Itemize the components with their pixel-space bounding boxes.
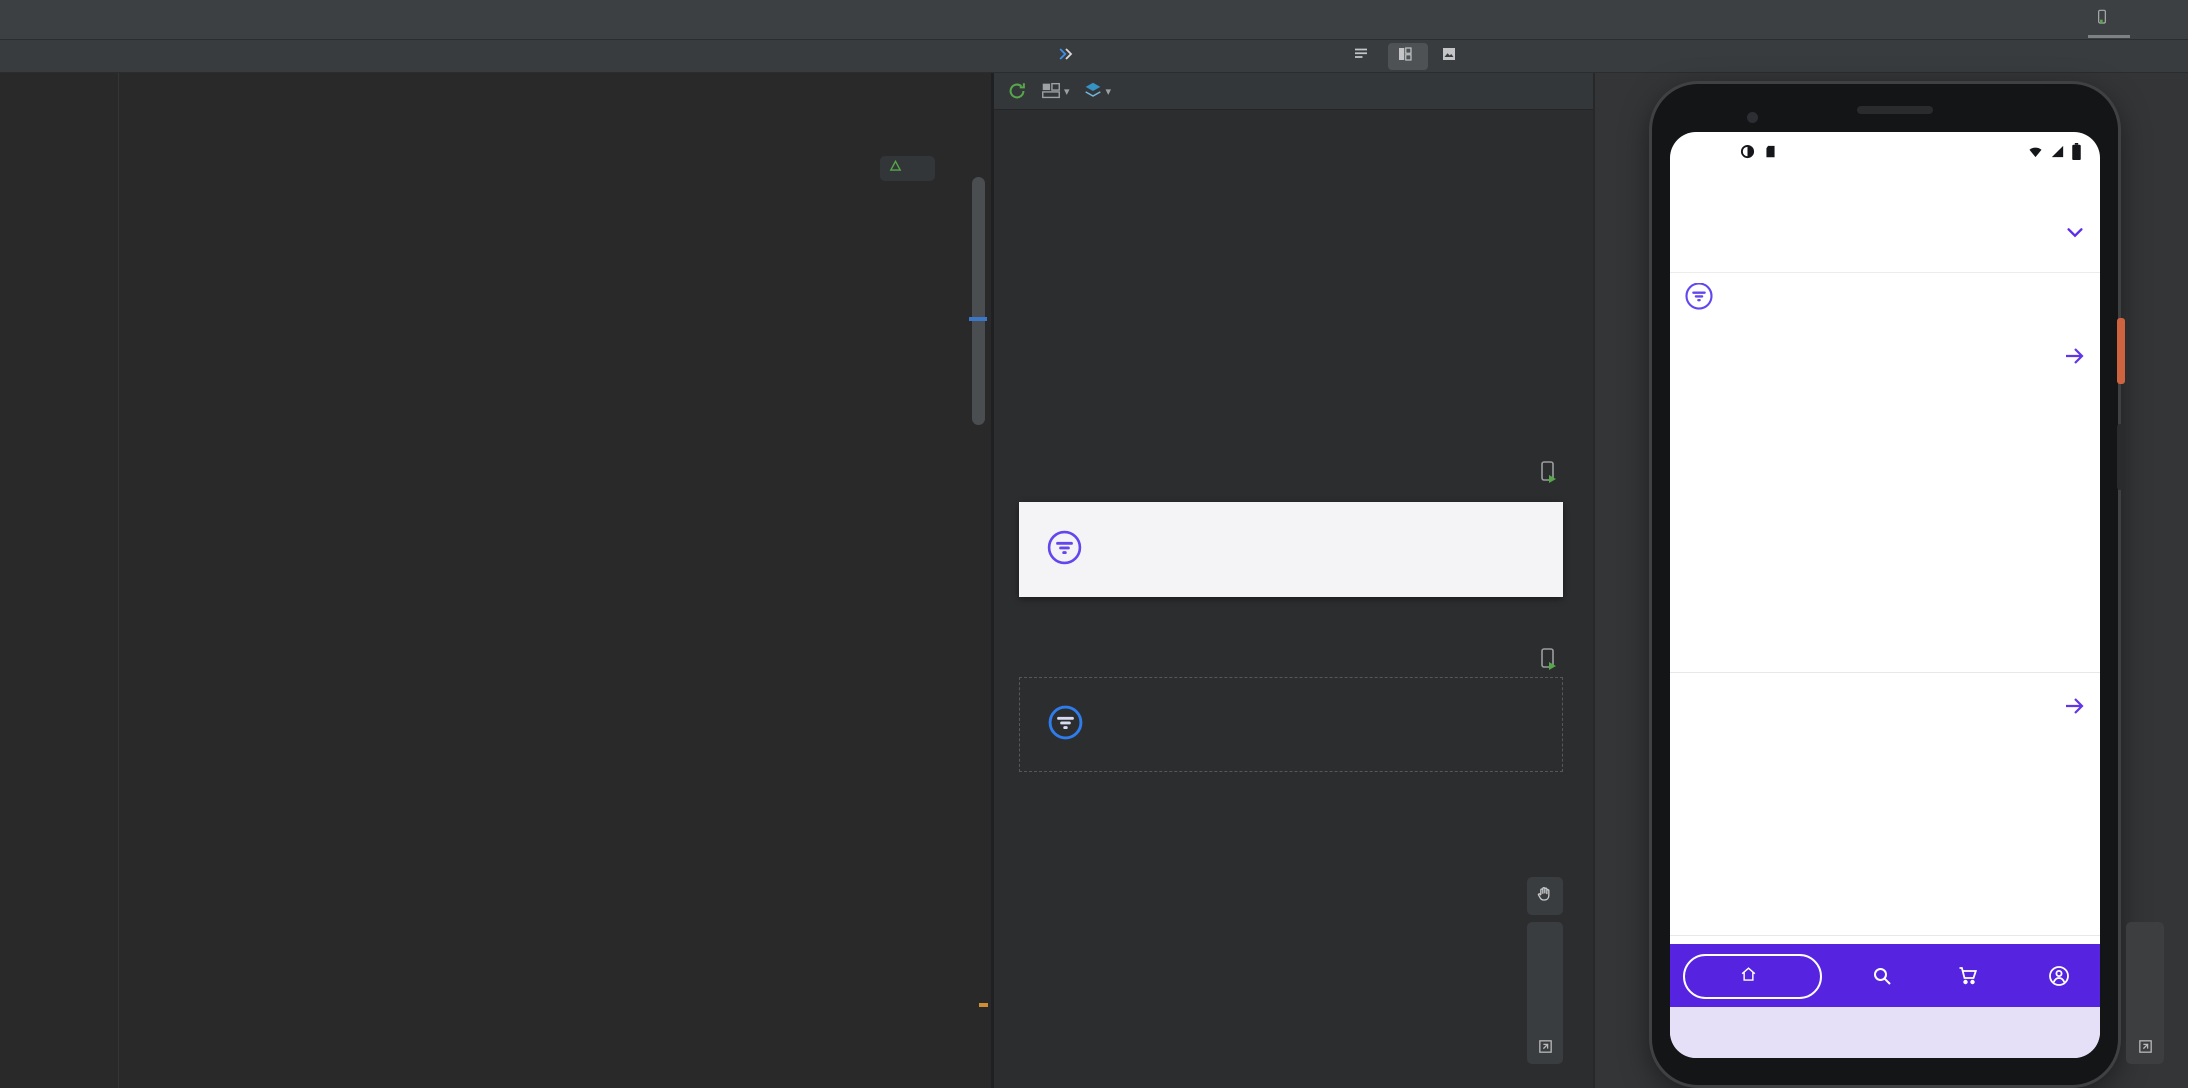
mode-design-button[interactable] [1432,43,1472,70]
profile-icon[interactable] [2047,964,2071,993]
phone-frame [1652,84,2125,1085]
battery-icon [2072,143,2081,160]
editor-scrollbar[interactable] [972,177,985,425]
layout-variants-icon[interactable]: ▾ [1040,80,1070,102]
scrollbar-mark-orange [979,1003,988,1007]
editor-tab-bar [0,0,2188,40]
divider [1670,272,2100,273]
code-mode-icon [1352,45,1370,68]
signal-icon [2051,145,2064,158]
nav-home-button[interactable] [1683,954,1822,999]
filterbar-preview-light [1019,502,1563,597]
editor-toolbar [0,40,2188,73]
zoom-out-button[interactable] [2126,958,2164,994]
pan-hand-icon [1527,877,1563,913]
phone-camera-dot [1747,112,1758,123]
live-edit-control[interactable] [1056,40,1089,73]
search-icon[interactable] [1870,964,1894,993]
layers-icon[interactable]: ▾ [1082,80,1111,102]
filter-bar [1670,283,2100,313]
filter-icon [1047,704,1084,746]
zoom-out-button[interactable] [1527,958,1563,994]
compose-preview-pane: ▾ ▾ [994,73,1595,1088]
preview-zoom-controls [1527,922,1563,1064]
section-header-popular [1670,692,2100,724]
tab-emulator[interactable] [2084,0,2134,40]
delivery-selector[interactable] [1670,210,2100,260]
cart-icon[interactable] [1956,964,1981,993]
gutter-divider [118,73,119,1088]
run-on-device-icon[interactable] [1536,646,1560,677]
phone-volume-button [2117,424,2125,490]
chevron-down-icon [2064,222,2086,249]
filterbar-preview-dark [1019,677,1563,772]
divider [1670,935,2100,936]
emulator-panel [1595,73,2188,1088]
home-icon [1739,965,1758,989]
tab-bar-right [2070,0,2188,39]
live-edit-icon [1056,44,1076,69]
bottom-nav-bar [1670,944,2100,1007]
phone-icon [2094,8,2110,31]
inspections-widget[interactable] [880,156,935,181]
run-on-device-icon[interactable] [1536,459,1560,490]
zoom-fit-button[interactable] [2126,1029,2164,1065]
zoom-in-button[interactable] [1527,922,1563,958]
status-bar [1670,132,2100,172]
design-mode-icon [1440,45,1458,68]
zoom-actual-button[interactable] [2126,993,2164,1029]
notification-icons [1740,144,1777,159]
build-refresh-icon[interactable] [1006,80,1028,102]
divider [1670,672,2100,673]
emulator-screen[interactable] [1670,132,2100,1058]
section-header-picks [1670,342,2100,374]
zoom-actual-button[interactable] [1527,993,1563,1029]
split-mode-icon [1396,45,1414,68]
filter-icon[interactable] [1684,283,1714,313]
pan-button[interactable] [1527,877,1563,915]
system-status-icons [2027,143,2082,160]
scrollbar-mark-blue [969,317,987,321]
sd-card-icon [1766,145,1775,158]
filter-icon [1046,529,1083,571]
wifi-icon [2029,147,2042,158]
android-studio-window: ▾ ▾ [0,0,2188,1088]
phone-power-button [2117,318,2125,384]
preview-toolbar: ▾ ▾ [994,73,1595,110]
arrow-right-icon[interactable] [2062,694,2086,723]
emulator-zoom-controls [2126,922,2164,1064]
phone-speaker [1857,106,1933,114]
inspections-icon [888,159,903,178]
notification-circle-icon [1740,144,1755,159]
zoom-fit-button[interactable] [1527,1029,1563,1065]
arrow-right-icon[interactable] [2062,344,2086,373]
mode-split-button[interactable] [1388,43,1428,70]
android-nav-bar [1670,1007,2100,1058]
code-editor[interactable] [0,73,991,1088]
zoom-in-button[interactable] [2126,922,2164,958]
mode-code-button[interactable] [1344,43,1384,70]
